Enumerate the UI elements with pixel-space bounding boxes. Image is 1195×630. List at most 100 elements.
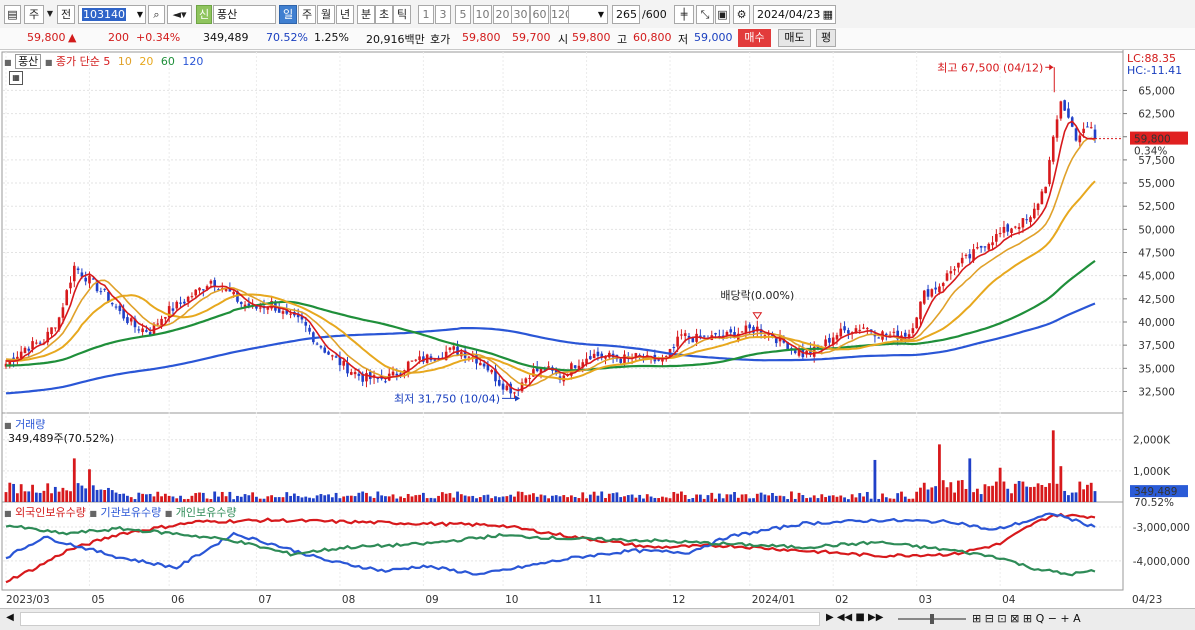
candle-body: [384, 381, 387, 383]
volume-bar: [588, 494, 592, 502]
eval-button[interactable]: 평: [816, 29, 836, 47]
candle-body: [346, 362, 349, 374]
volume-bar: [486, 494, 490, 502]
speaker-icon[interactable]: ◄▾: [167, 5, 192, 24]
scrollbar[interactable]: ◀ ▶ ◀◀ ■ ▶▶ ⊞ ⊟ ⊡ ⊠ ⊞ Q − + A: [0, 608, 1195, 630]
candle-icon[interactable]: ╪: [674, 5, 694, 24]
calculator-icon[interactable]: ▦: [9, 71, 23, 85]
candle-body: [349, 372, 353, 375]
volume-bar: [179, 495, 182, 502]
volume-bar: [623, 496, 626, 502]
interval-0[interactable]: 일: [279, 5, 297, 24]
volume-bar: [881, 493, 884, 502]
prev-button[interactable]: 전: [57, 5, 75, 24]
interval-5[interactable]: 초: [375, 5, 393, 24]
foreign-label[interactable]: 외국인보유수량: [15, 506, 86, 519]
volume-bar: [1021, 481, 1025, 502]
legend-marker-icon: ■: [164, 509, 173, 518]
interval-3[interactable]: 년: [336, 5, 354, 24]
volume-bar: [569, 495, 573, 502]
price-change-pct: +0.34%: [136, 31, 181, 44]
minute-1[interactable]: 1: [418, 5, 434, 24]
minute-20[interactable]: 20: [493, 5, 512, 24]
interval-6[interactable]: 틱: [393, 5, 411, 24]
chart-menu-icon[interactable]: ▤: [4, 5, 21, 24]
gear-icon[interactable]: ⚙: [733, 5, 750, 24]
volume-bar: [676, 493, 680, 502]
ma-label[interactable]: 종가 단순: [56, 55, 100, 68]
volume-bar: [23, 491, 27, 502]
volume-bar: [968, 458, 972, 502]
zoom-slider-thumb[interactable]: [930, 614, 934, 624]
volume-bar: [239, 496, 243, 502]
price-legend-name[interactable]: 풍산: [15, 54, 42, 69]
sell-button[interactable]: 매도: [778, 29, 811, 47]
candle-body: [410, 360, 414, 362]
volume-bar: [440, 492, 444, 502]
candle-body: [740, 331, 744, 333]
volume-bar: [797, 492, 801, 502]
stock-name-field[interactable]: 풍산: [213, 5, 276, 24]
candle-body: [847, 330, 850, 334]
scroll-track[interactable]: [20, 612, 820, 626]
volume-bar: [543, 495, 547, 502]
volume-bar: [680, 491, 683, 502]
count-input[interactable]: 265: [612, 5, 640, 24]
search-icon[interactable]: ⌕: [148, 5, 165, 24]
volume-bar: [8, 482, 12, 502]
scroll-left-icon[interactable]: ◀: [3, 612, 17, 626]
buy-button[interactable]: 매수: [738, 29, 771, 47]
candle-body: [877, 337, 881, 339]
period-select[interactable]: 주: [24, 5, 44, 24]
volume-bar: [15, 493, 19, 502]
x-tick-label: 09: [425, 594, 438, 606]
stock-code-input[interactable]: 103140 ▼: [78, 5, 146, 24]
tool-icon[interactable]: ⤡: [696, 5, 714, 24]
minute-30[interactable]: 30: [511, 5, 530, 24]
candle-body: [983, 246, 987, 248]
volume-bar: [4, 492, 8, 502]
volume-bar: [945, 487, 949, 502]
candle-body: [209, 280, 213, 284]
volume-bar: [277, 497, 281, 502]
view-tools[interactable]: ⊞ ⊟ ⊡ ⊠ ⊞ Q − + A: [972, 612, 1081, 625]
candle-body: [141, 328, 144, 333]
minute-60[interactable]: 60: [530, 5, 549, 24]
volume-bar: [118, 493, 122, 502]
volume-bar: [403, 498, 406, 502]
minute-10[interactable]: 10: [473, 5, 492, 24]
ma120-label: 120: [182, 55, 204, 68]
volume-bar: [1044, 486, 1048, 502]
save-icon[interactable]: ▣: [715, 5, 730, 24]
candle-body: [930, 289, 934, 297]
x-tick-label: 02: [835, 594, 848, 606]
candle-body: [65, 290, 69, 306]
minute-3[interactable]: 3: [435, 5, 451, 24]
volume-bar: [1006, 488, 1010, 502]
playback-controls[interactable]: ▶ ◀◀ ■ ▶▶: [826, 612, 883, 623]
chart-area[interactable]: 32,500 35,000 37,500 40,000 42,500 45,000 47,5…: [0, 50, 1195, 608]
individual-label[interactable]: 개인보유수량: [176, 506, 237, 519]
ask-price: 59,800: [462, 31, 501, 44]
volume-bar: [1074, 492, 1078, 502]
candle-body: [190, 296, 194, 298]
volume-bar: [714, 498, 717, 502]
minute-120[interactable]: 120: [550, 5, 572, 24]
interval-2[interactable]: 월: [317, 5, 335, 24]
volume-bar: [805, 498, 809, 502]
candle-body: [1002, 226, 1006, 233]
interval-4[interactable]: 분: [357, 5, 375, 24]
candle-body: [953, 269, 956, 271]
x-tick-label: 05: [91, 594, 104, 606]
interval-1[interactable]: 주: [298, 5, 316, 24]
date-input[interactable]: 2024/04/23 ▦: [753, 5, 836, 24]
candle-body: [319, 346, 323, 348]
minute-5[interactable]: 5: [455, 5, 471, 24]
blank-select[interactable]: ▼: [568, 5, 608, 24]
chevron-down-icon[interactable]: ▼: [46, 5, 54, 24]
institution-label[interactable]: 기관보유수량: [100, 506, 161, 519]
candle-body: [315, 343, 319, 345]
volume-bar: [930, 487, 934, 502]
volume-bar: [308, 497, 311, 502]
volume-bar: [721, 498, 725, 502]
